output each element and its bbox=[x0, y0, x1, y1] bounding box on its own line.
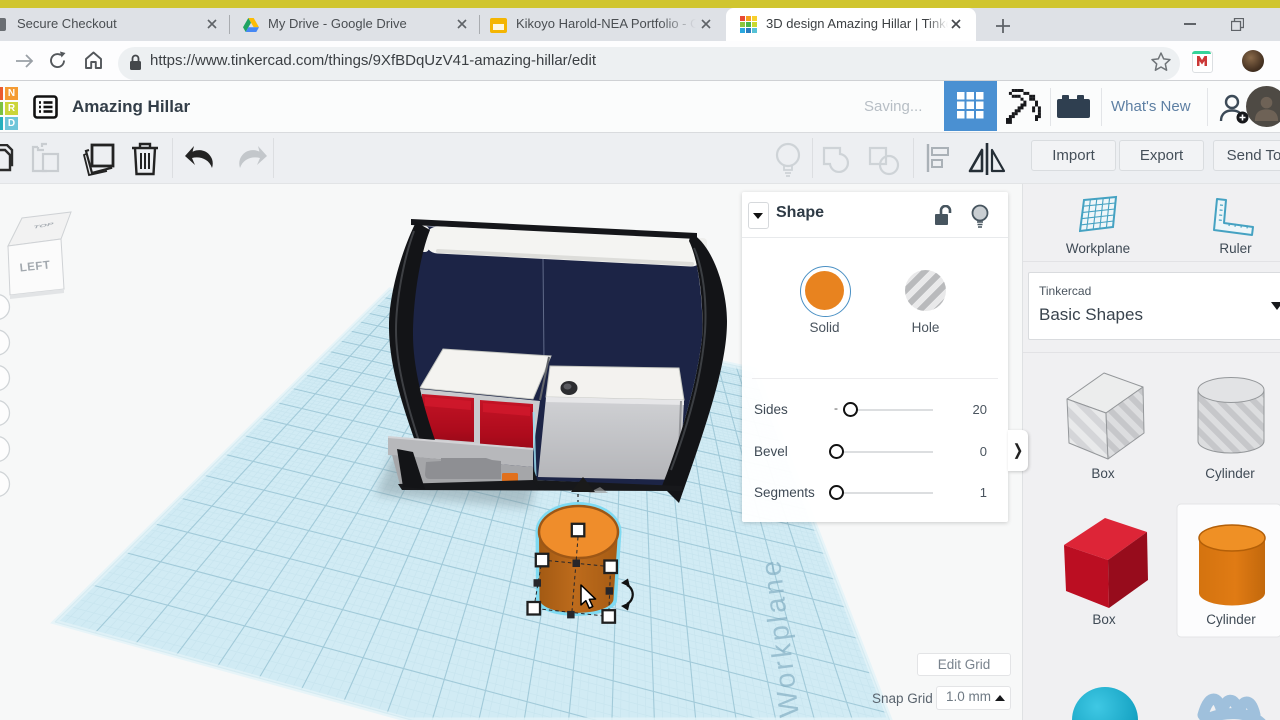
svg-text:Box: Box bbox=[1091, 466, 1115, 481]
svg-text:Cylinder: Cylinder bbox=[1205, 466, 1255, 481]
svg-text:Box: Box bbox=[1092, 612, 1116, 627]
svg-text:Cylinder: Cylinder bbox=[1206, 612, 1256, 627]
